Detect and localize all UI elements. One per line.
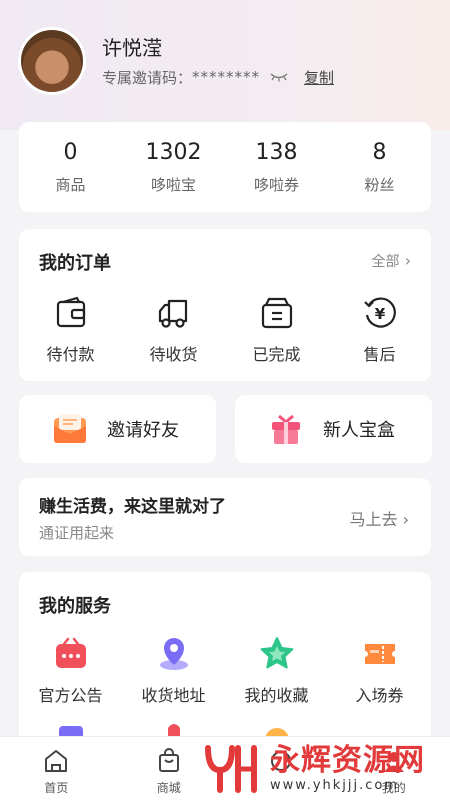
watermark: 永辉资源网 www.yhkjjj.com bbox=[202, 738, 442, 798]
order-after-sales[interactable]: ¥ 售后 bbox=[328, 293, 431, 365]
invite-friends-label: 邀请好友 bbox=[107, 420, 179, 441]
order-status-row: 待付款 待收货 已完成 ¥ 售后 bbox=[19, 293, 431, 365]
stat-value: 1302 bbox=[145, 140, 202, 165]
profile-info: 许悦滢 专属邀请码： ******** 复制 bbox=[102, 35, 334, 88]
promo-go-button[interactable]: 马上去 bbox=[350, 506, 410, 530]
order-label: 售后 bbox=[363, 345, 396, 364]
copy-button[interactable]: 复制 bbox=[304, 67, 334, 88]
orders-title: 我的订单 bbox=[39, 253, 111, 274]
services-title: 我的服务 bbox=[39, 596, 111, 617]
invite-label: 专属邀请码： bbox=[102, 68, 193, 87]
stat-label: 粉丝 bbox=[364, 176, 395, 194]
newcomer-gift-box-button[interactable]: 新人宝盒 bbox=[235, 395, 432, 463]
my-orders-card: 我的订单 全部 待付款 待收货 bbox=[19, 229, 431, 381]
box-icon bbox=[261, 297, 292, 329]
watermark-title: 永辉资源网 bbox=[270, 742, 425, 778]
earn-promo-banner[interactable]: 赚生活费，来这里就对了 通证用起来 马上去 bbox=[19, 478, 431, 556]
service-label: 官方公告 bbox=[38, 686, 103, 705]
avatar[interactable] bbox=[18, 27, 86, 95]
tab-label: 首页 bbox=[44, 781, 69, 795]
service-label: 入场券 bbox=[355, 686, 404, 705]
svg-text:¥: ¥ bbox=[374, 305, 385, 323]
stats-card: 0 商品 1302 哆啦宝 138 哆啦券 8 粉丝 bbox=[19, 122, 431, 212]
order-pending-payment[interactable]: 待付款 bbox=[19, 293, 122, 365]
profile-header: 许悦滢 专属邀请码： ******** 复制 bbox=[18, 26, 432, 96]
home-icon bbox=[45, 750, 68, 772]
gift-box-icon bbox=[272, 414, 300, 444]
stat-value: 138 bbox=[255, 140, 298, 165]
service-label: 我的收藏 bbox=[244, 686, 309, 705]
watermark-logo-icon bbox=[205, 745, 257, 793]
invite-code-row: 专属邀请码： ******** 复制 bbox=[102, 67, 334, 88]
promo-subtitle: 通证用起来 bbox=[39, 524, 115, 542]
stat-value: 8 bbox=[372, 140, 387, 165]
truck-icon bbox=[158, 299, 187, 328]
ticket-icon bbox=[364, 644, 395, 664]
watermark-text: 永辉资源网 www.yhkjjj.com bbox=[270, 742, 425, 793]
service-favorites[interactable]: 我的收藏 bbox=[225, 634, 328, 706]
service-announcements[interactable]: 官方公告 bbox=[19, 634, 122, 706]
star-icon bbox=[260, 637, 293, 669]
order-label: 待收货 bbox=[149, 345, 198, 364]
stat-label: 哆啦券 bbox=[253, 176, 299, 194]
stat-products[interactable]: 0 商品 bbox=[19, 122, 122, 212]
watermark-url: www.yhkjjj.com bbox=[270, 777, 400, 793]
tab-home[interactable]: 首页 bbox=[0, 737, 113, 800]
stat-value: 0 bbox=[63, 140, 78, 165]
eye-closed-icon[interactable] bbox=[270, 72, 288, 82]
service-address[interactable]: 收货地址 bbox=[122, 634, 225, 706]
stat-dola-bao[interactable]: 1302 哆啦宝 bbox=[122, 122, 225, 212]
stat-label: 哆啦宝 bbox=[150, 176, 196, 194]
shopping-bag-icon bbox=[158, 748, 179, 772]
stat-label: 商品 bbox=[55, 176, 86, 194]
service-label: 收货地址 bbox=[141, 686, 206, 705]
order-completed[interactable]: 已完成 bbox=[225, 293, 328, 365]
yen-refund-icon: ¥ bbox=[363, 297, 396, 328]
envelope-icon bbox=[54, 414, 86, 443]
service-tickets[interactable]: 入场券 bbox=[328, 634, 431, 706]
announcement-icon bbox=[55, 637, 86, 668]
services-row: 官方公告 收货地址 我的收藏 入场券 bbox=[19, 634, 431, 706]
order-pending-receipt[interactable]: 待收货 bbox=[122, 293, 225, 365]
view-all-orders-link[interactable]: 全部 bbox=[372, 251, 411, 271]
location-pin-icon bbox=[159, 638, 188, 670]
stat-dola-coupon[interactable]: 138 哆啦券 bbox=[225, 122, 328, 212]
newcomer-gift-label: 新人宝盒 bbox=[323, 420, 395, 441]
wallet-icon bbox=[56, 296, 85, 328]
promo-title: 赚生活费，来这里就对了 bbox=[39, 497, 226, 517]
order-label: 待付款 bbox=[46, 345, 95, 364]
user-name: 许悦滢 bbox=[102, 35, 162, 60]
order-label: 已完成 bbox=[252, 345, 301, 364]
stat-fans[interactable]: 8 粉丝 bbox=[328, 122, 431, 212]
invite-code: ******** bbox=[192, 68, 261, 86]
invite-friends-button[interactable]: 邀请好友 bbox=[19, 395, 216, 463]
